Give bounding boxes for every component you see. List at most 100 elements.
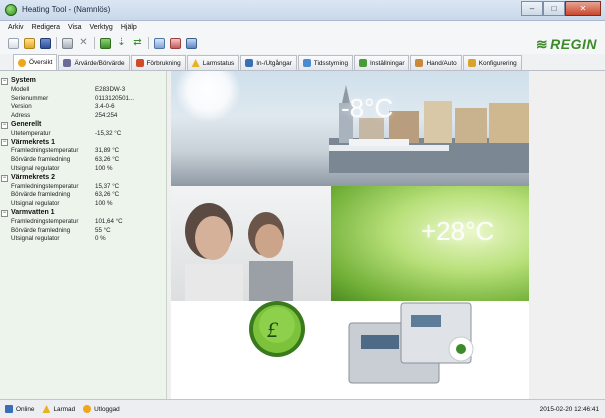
overview-splash-image: -8°C +28°C £ bbox=[171, 71, 529, 399]
info-row: Modell E283DW-3 bbox=[11, 86, 166, 95]
delete-icon[interactable]: ✕ bbox=[78, 37, 89, 49]
menu-hjalp[interactable]: Hjälp bbox=[121, 21, 137, 34]
toolbar-buttons: ✕ ⇣ ⇄ bbox=[8, 37, 202, 49]
status-datetime: 2015-02-20 12:46:41 bbox=[539, 406, 599, 413]
save-icon[interactable] bbox=[40, 37, 51, 49]
comfort-photo: +28°C bbox=[171, 186, 529, 301]
edit-icon[interactable] bbox=[170, 37, 181, 49]
regin-logo-mark: ≋ bbox=[535, 36, 549, 52]
setpoint-icon bbox=[63, 59, 72, 67]
outdoor-temperature-warm: +28°C bbox=[421, 216, 495, 246]
window-controls: – □ ✕ bbox=[521, 1, 601, 17]
tab-label: Hand/Auto bbox=[426, 59, 457, 67]
info-value: 0113120501... bbox=[95, 94, 135, 102]
minimize-button[interactable]: – bbox=[521, 1, 543, 16]
info-label: Modell bbox=[11, 85, 30, 93]
hand-icon bbox=[415, 59, 424, 67]
maximize-button[interactable]: □ bbox=[543, 1, 565, 16]
toolbar-separator bbox=[148, 37, 149, 49]
people-silhouette bbox=[185, 203, 293, 301]
close-button[interactable]: ✕ bbox=[565, 1, 601, 16]
sun-icon bbox=[175, 71, 241, 123]
info-value: 100 % bbox=[95, 200, 113, 208]
alarm-status-icon bbox=[42, 405, 51, 413]
status-label: Utloggad bbox=[94, 405, 120, 413]
info-row: Börvärde framledning 55 °C bbox=[11, 227, 166, 236]
collapse-icon[interactable]: − bbox=[1, 209, 8, 217]
new-icon[interactable] bbox=[8, 37, 19, 49]
info-row: Version 3.4-0-6 bbox=[11, 103, 166, 112]
app-window: Heating Tool - (Namnlös) – □ ✕ Arkiv Red… bbox=[0, 0, 605, 418]
tab-hand-auto[interactable]: Hand/Auto bbox=[410, 55, 462, 70]
menu-visa[interactable]: Visa bbox=[68, 21, 82, 34]
tab-label: Förbrukning bbox=[146, 59, 181, 67]
overview-info-panel: − System Modell E283DW-3 Serienummer 011312… bbox=[0, 71, 167, 399]
info-label: Utsignal regulator bbox=[11, 235, 60, 243]
outdoor-temperature-cold: -8°C bbox=[341, 93, 394, 123]
menu-bar: Arkiv Redigera Visa Verktyg Hjälp bbox=[0, 21, 605, 34]
info-row: Framledningstemperatur 15,37 °C bbox=[11, 183, 166, 192]
online-icon bbox=[5, 405, 13, 413]
info-row: Utetemperatur -15,32 °C bbox=[11, 130, 166, 139]
group-title: Generellt bbox=[11, 120, 42, 128]
info-value: 63,26 °C bbox=[95, 191, 120, 199]
tab-label: Konfigurering bbox=[478, 59, 517, 67]
import-icon[interactable]: ⇣ bbox=[116, 37, 127, 49]
status-utloggad: Utloggad bbox=[83, 405, 120, 413]
group-varmvatten-1[interactable]: − Varmvatten 1 bbox=[1, 208, 166, 218]
regin-logo-text: REGIN bbox=[550, 36, 597, 52]
info-label: Framledningstemperatur bbox=[11, 182, 79, 190]
tab-forbrukning[interactable]: Förbrukning bbox=[130, 55, 186, 70]
tab-larmstatus[interactable]: Larmstatus bbox=[186, 55, 240, 70]
svg-text:£: £ bbox=[267, 317, 279, 342]
compare-icon[interactable] bbox=[154, 37, 165, 49]
regin-logo: ≋ REGIN bbox=[536, 36, 597, 53]
group-varmekrets-2[interactable]: − Värmekrets 2 bbox=[1, 174, 166, 183]
tab-oversikt[interactable]: Översikt bbox=[13, 54, 58, 70]
group-varmekrets-1[interactable]: − Värmekrets 1 bbox=[1, 139, 166, 148]
status-label: Online bbox=[16, 405, 35, 413]
toolbar-separator bbox=[94, 37, 95, 49]
tab-installningar[interactable]: Inställningar bbox=[354, 55, 410, 70]
group-title: Varmvatten 1 bbox=[11, 208, 55, 216]
tab-label: Inställningar bbox=[370, 59, 405, 67]
group-system[interactable]: − System bbox=[1, 77, 166, 86]
transfer-icon[interactable]: ⇄ bbox=[132, 37, 143, 49]
info-row: Adress 254:254 bbox=[11, 112, 166, 121]
info-value: 55 °C bbox=[95, 226, 111, 234]
group-title: System bbox=[11, 77, 36, 84]
tab-konfigurering[interactable]: Konfigurering bbox=[462, 55, 522, 70]
info-label: Utsignal regulator bbox=[11, 164, 60, 172]
collapse-icon[interactable]: − bbox=[1, 121, 8, 129]
info-label: Utsignal regulator bbox=[11, 200, 60, 208]
info-value: 101,64 °C bbox=[95, 217, 123, 225]
tab-arvarde-borvarde[interactable]: Ärvärde/Börvärde bbox=[58, 55, 130, 70]
info-row: Framledningstemperatur 31,89 °C bbox=[11, 147, 166, 156]
info-value: 63,26 °C bbox=[95, 156, 120, 164]
print-icon[interactable] bbox=[62, 37, 73, 49]
open-icon[interactable] bbox=[24, 37, 35, 49]
info-value: E283DW-3 bbox=[95, 85, 126, 93]
collapse-icon[interactable]: − bbox=[1, 139, 8, 147]
status-larmad: Larmad bbox=[42, 405, 75, 413]
menu-arkiv[interactable]: Arkiv bbox=[8, 21, 24, 34]
collapse-icon[interactable]: − bbox=[1, 174, 8, 182]
group-generellt[interactable]: − Generellt bbox=[1, 120, 166, 130]
status-online: Online bbox=[5, 405, 34, 413]
export-icon[interactable] bbox=[100, 37, 111, 49]
info-label: Adress bbox=[11, 112, 31, 120]
collapse-icon[interactable]: − bbox=[1, 77, 8, 85]
settings-icon[interactable] bbox=[186, 37, 197, 49]
menu-redigera[interactable]: Redigera bbox=[32, 21, 60, 34]
tab-tidsstyrning[interactable]: Tidsstyrning bbox=[297, 55, 354, 70]
status-label: Larmad bbox=[53, 405, 76, 413]
tab-in-utgangar[interactable]: In-/Utgångar bbox=[240, 55, 297, 70]
menu-verktyg[interactable]: Verktyg bbox=[89, 21, 112, 34]
status-bar: Online Larmad Utloggad 2015-02-20 12:46:… bbox=[0, 399, 605, 418]
info-value: 3.4-0-6 bbox=[95, 103, 115, 111]
info-row: Utsignal regulator 0 % bbox=[11, 235, 166, 244]
info-label: Börvärde framledning bbox=[11, 191, 71, 199]
info-label: Utetemperatur bbox=[11, 129, 51, 137]
product-banner: £ bbox=[171, 301, 529, 399]
title-bar[interactable]: Heating Tool - (Namnlös) – □ ✕ bbox=[0, 0, 605, 21]
